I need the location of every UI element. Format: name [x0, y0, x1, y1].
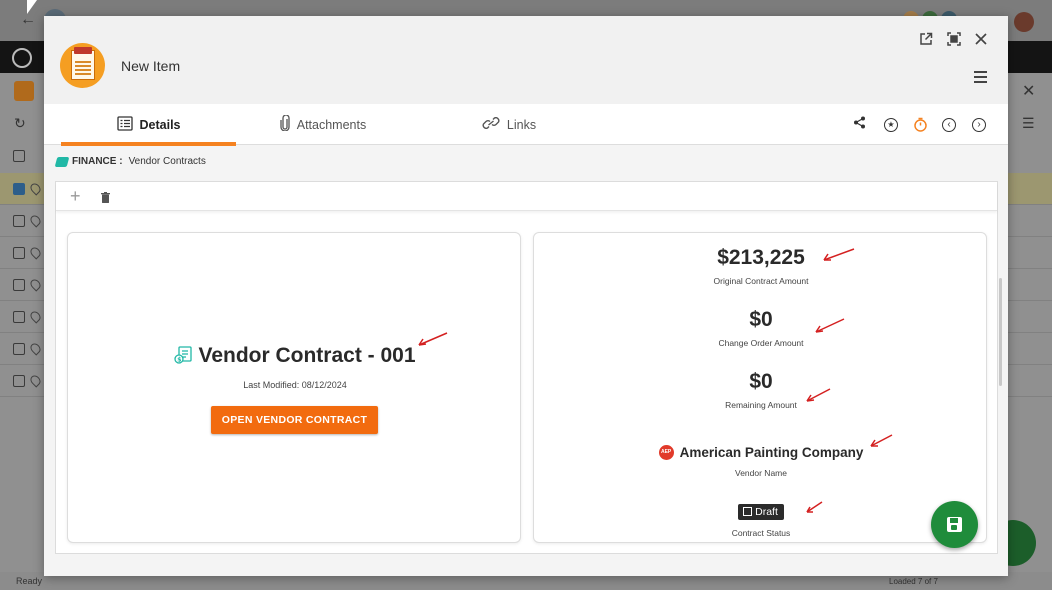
contract-title-row: $ Vendor Contract - 001: [68, 344, 522, 368]
row-checkbox: [13, 311, 25, 323]
row-checkbox: [13, 279, 25, 291]
tab-label: Details: [139, 117, 181, 132]
external-link-icon[interactable]: [917, 32, 935, 50]
edit-doc-icon: [743, 507, 753, 516]
app-logo-icon: [12, 48, 32, 68]
dialog-header: New Item: [44, 16, 1008, 104]
contract-title: Vendor Contract - 001: [198, 344, 416, 367]
close-icon: ✕: [1022, 83, 1036, 100]
contract-app-logo: [60, 43, 105, 88]
vertical-scrollbar[interactable]: [999, 278, 1002, 386]
user-avatar: [1014, 12, 1034, 32]
change-order-amount: $0 Change Order Amount: [534, 308, 988, 348]
status-label: Contract Status: [731, 528, 791, 538]
detail-content: + $ Vendor Contract - 001 Last Modified:…: [55, 181, 998, 554]
dialog-title: New Item: [121, 58, 181, 74]
remaining-label: Remaining Amount: [725, 400, 797, 410]
link-icon: [482, 117, 500, 132]
details-icon: [116, 115, 133, 134]
breadcrumb-module: FINANCE :: [72, 156, 123, 167]
fullscreen-icon[interactable]: [945, 32, 963, 50]
paperclip-icon: [280, 114, 290, 134]
row-checkbox: [13, 343, 25, 355]
content-toolbar: +: [56, 182, 997, 211]
finance-icon: [54, 156, 70, 167]
location-pin-icon: [28, 181, 43, 196]
vendor: AEP American Painting Company Vendor Nam…: [534, 440, 988, 478]
remaining-value: $0: [749, 370, 773, 393]
save-button[interactable]: [931, 501, 978, 548]
star-icon[interactable]: ★: [884, 118, 898, 132]
active-tab-indicator: [61, 142, 236, 146]
annotation-arrow: [823, 248, 855, 261]
change-order-label: Change Order Amount: [718, 338, 804, 348]
location-pin-icon: [28, 309, 43, 324]
chevron-right-icon[interactable]: ›: [972, 118, 986, 132]
row-checkbox: [13, 183, 25, 195]
remaining-amount: $0 Remaining Amount: [534, 370, 988, 410]
tab-links[interactable]: Links: [464, 104, 554, 145]
location-pin-icon: [28, 245, 43, 260]
clipboard-icon: [14, 81, 34, 101]
plus-icon[interactable]: +: [70, 186, 81, 207]
location-pin-icon: [28, 277, 43, 292]
save-icon: [947, 517, 962, 532]
mouse-cursor: [27, 0, 37, 14]
open-vendor-contract-button[interactable]: OPEN VENDOR CONTRACT: [211, 406, 378, 434]
trash-icon[interactable]: [101, 190, 110, 208]
annotation-arrow: [418, 332, 448, 346]
vendor-name-row: AEP American Painting Company: [658, 444, 864, 460]
row-checkbox: [13, 215, 25, 227]
vendor-contract-card: $ Vendor Contract - 001 Last Modified: 0…: [67, 232, 521, 543]
original-contract-amount: $213,225 Original Contract Amount: [534, 246, 988, 286]
status-value: Draft: [755, 506, 778, 518]
status-badge: Draft: [738, 504, 784, 520]
contract-icon: $: [174, 346, 193, 364]
breadcrumb-page[interactable]: Vendor Contracts: [129, 156, 206, 167]
loaded-count: Loaded 7 of 7: [889, 577, 938, 586]
contract-status: Draft Contract Status: [534, 502, 988, 538]
last-modified: Last Modified: 08/12/2024: [243, 380, 347, 390]
tab-label: Links: [506, 117, 537, 132]
close-icon[interactable]: [972, 32, 990, 50]
new-item-dialog: New Item Details Attachments Links ★ ‹ ›…: [44, 16, 1008, 576]
svg-text:$: $: [178, 357, 182, 364]
tab-label: Attachments: [296, 117, 367, 132]
contract-summary-card: $213,225 Original Contract Amount $0 Cha…: [533, 232, 987, 543]
refresh-icon: ↻: [14, 115, 26, 131]
menu-icon: ☰: [1022, 115, 1035, 131]
vendor-logo: AEP: [658, 444, 674, 460]
tab-attachments[interactable]: Attachments: [266, 104, 380, 145]
change-order-value: $0: [749, 308, 773, 331]
timer-icon[interactable]: [913, 117, 928, 132]
vendor-label: Vendor Name: [735, 467, 787, 478]
select-all-checkbox: [13, 150, 25, 162]
annotation-arrow: [815, 318, 845, 333]
location-pin-icon: [28, 373, 43, 388]
annotation-arrow: [806, 501, 823, 513]
breadcrumb: FINANCE : Vendor Contracts: [54, 156, 206, 167]
tab-details[interactable]: Details: [61, 104, 236, 145]
original-amount-value: $213,225: [717, 246, 805, 269]
annotation-arrow: [870, 434, 893, 447]
row-checkbox: [13, 375, 25, 387]
menu-icon[interactable]: [974, 71, 987, 83]
share-icon[interactable]: [852, 116, 867, 131]
chevron-left-icon[interactable]: ‹: [942, 118, 956, 132]
vendor-name[interactable]: American Painting Company: [680, 445, 864, 460]
row-checkbox: [13, 247, 25, 259]
location-pin-icon: [28, 213, 43, 228]
original-amount-label: Original Contract Amount: [713, 276, 809, 286]
annotation-arrow: [806, 388, 831, 402]
location-pin-icon: [28, 341, 43, 356]
status-text: Ready: [16, 576, 43, 586]
